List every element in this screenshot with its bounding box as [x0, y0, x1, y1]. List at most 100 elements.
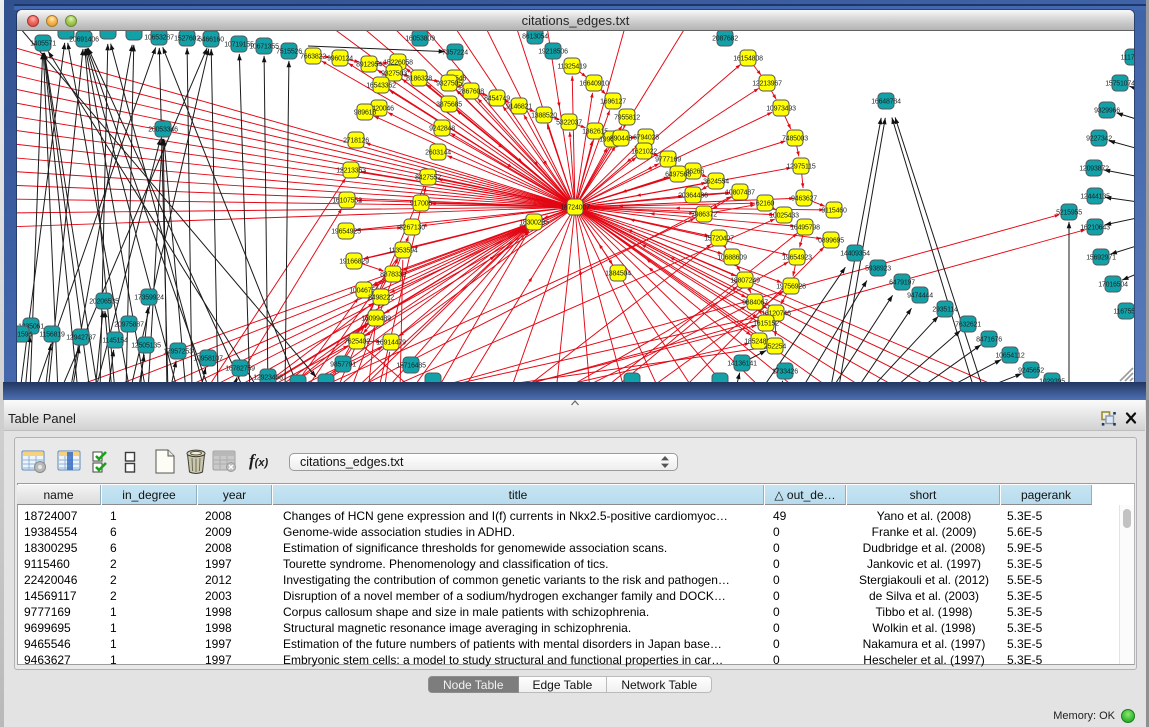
svg-text:19218506: 19218506	[538, 49, 568, 56]
svg-text:19166829: 19166829	[339, 259, 369, 266]
svg-text:917006: 917006	[410, 201, 432, 208]
svg-text:7625402: 7625402	[344, 339, 370, 346]
svg-text:9463627: 9463627	[791, 196, 817, 203]
svg-text:7986372: 7986372	[691, 212, 717, 219]
svg-text:12444135: 12444135	[1080, 194, 1110, 201]
svg-text:1156819: 1156819	[39, 332, 65, 339]
svg-text:1615152: 1615152	[753, 321, 779, 328]
svg-text:9242848: 9242848	[429, 126, 455, 133]
svg-text:15751074: 15751074	[1105, 81, 1134, 88]
svg-text:15720407: 15720407	[704, 236, 734, 243]
svg-text:9857791: 9857791	[330, 362, 356, 369]
svg-text:16914479: 16914479	[376, 340, 406, 347]
svg-text:8427552: 8427552	[415, 175, 441, 182]
svg-text:16495798: 16495798	[790, 225, 820, 232]
svg-text:1145154: 1145154	[102, 338, 128, 345]
svg-text:18300295: 18300295	[519, 220, 549, 227]
svg-text:16154808: 16154808	[733, 56, 763, 63]
svg-text:9777169: 9777169	[655, 157, 681, 164]
svg-text:1621022: 1621022	[631, 149, 657, 156]
svg-text:7357224: 7357224	[442, 50, 468, 57]
svg-text:19654925: 19654925	[331, 229, 361, 236]
svg-text:20364436: 20364436	[678, 193, 708, 200]
svg-text:8267130: 8267130	[399, 225, 425, 232]
svg-text:1384504: 1384504	[605, 271, 631, 278]
svg-text:989618: 989618	[354, 110, 376, 117]
svg-text:9227342: 9227342	[1086, 136, 1112, 143]
svg-text:15692971: 15692971	[1086, 255, 1116, 262]
svg-text:2603144: 2603144	[425, 150, 451, 157]
svg-text:10653287: 10653287	[144, 35, 174, 42]
svg-text:16210643: 16210643	[1080, 225, 1110, 232]
svg-text:7485003: 7485003	[782, 136, 808, 143]
svg-text:20691406: 20691406	[69, 37, 99, 44]
svg-text:1117404: 1117404	[1121, 55, 1134, 62]
svg-text:9884067: 9884067	[742, 300, 768, 307]
svg-text:16640910: 16640910	[579, 81, 609, 88]
svg-text:1527602: 1527602	[174, 36, 200, 43]
svg-text:2867608: 2867608	[458, 89, 484, 96]
svg-text:9146821: 9146821	[506, 104, 532, 111]
svg-text:6479197: 6479197	[889, 280, 915, 287]
svg-text:2718126: 2718126	[343, 138, 369, 145]
svg-text:10973493: 10973493	[766, 106, 796, 113]
svg-text:9327505: 9327505	[436, 81, 462, 88]
svg-text:12923468: 12923468	[253, 375, 283, 382]
svg-text:8454749: 8454749	[484, 96, 510, 103]
svg-text:10654112: 10654112	[995, 353, 1024, 360]
svg-text:16053809: 16053809	[405, 36, 435, 43]
svg-text:1405571: 1405571	[30, 41, 56, 48]
svg-text:10958107: 10958107	[193, 356, 223, 363]
svg-text:9329966: 9329966	[1094, 108, 1120, 115]
svg-text:5938923: 5938923	[865, 266, 891, 273]
svg-text:10807487: 10807487	[725, 190, 755, 197]
svg-text:1167553: 1167553	[1113, 309, 1134, 316]
svg-text:16099489: 16099489	[361, 316, 391, 323]
svg-text:12213363: 12213363	[336, 168, 366, 175]
svg-text:11325419: 11325419	[557, 64, 586, 71]
svg-text:8471676: 8471676	[976, 337, 1002, 344]
svg-text:8498222: 8498222	[368, 295, 394, 302]
svg-text:14409354: 14409354	[840, 251, 870, 258]
svg-text:9960124: 9960124	[327, 56, 353, 63]
svg-text:20206535: 20206535	[89, 299, 119, 306]
svg-text:5322037: 5322037	[556, 120, 582, 127]
svg-text:1696127: 1696127	[600, 99, 626, 106]
svg-text:16543362: 16543362	[366, 83, 396, 90]
svg-text:20053346: 20053346	[148, 127, 178, 134]
svg-text:18807249: 18807249	[730, 278, 760, 285]
svg-text:10671355: 10671355	[249, 44, 279, 51]
svg-text:10688609: 10688609	[717, 255, 747, 262]
svg-text:8878332: 8878332	[380, 272, 406, 279]
svg-text:15716485: 15716485	[396, 363, 426, 370]
svg-text:18724007: 18724007	[560, 205, 590, 212]
svg-text:17016504: 17016504	[1098, 282, 1128, 289]
svg-text:11353594: 11353594	[388, 248, 417, 255]
svg-text:14136141: 14136141	[727, 361, 757, 368]
svg-text:12093872: 12093872	[1079, 166, 1109, 173]
svg-text:0899695: 0899695	[818, 238, 844, 245]
svg-text:9474444: 9474444	[907, 293, 933, 300]
svg-text:12213967: 12213967	[752, 81, 782, 88]
svg-text:7632621: 7632621	[955, 322, 981, 329]
svg-text:2087682: 2087682	[712, 36, 738, 43]
svg-text:8912954: 8912954	[356, 62, 382, 69]
svg-text:12942737: 12942737	[66, 335, 96, 342]
svg-text:9115460: 9115460	[821, 208, 847, 215]
svg-text:7515526: 7515526	[276, 49, 302, 56]
svg-text:7955812: 7955812	[614, 115, 640, 122]
svg-text:1733426: 1733426	[772, 369, 798, 376]
svg-text:17957253: 17957253	[163, 349, 193, 356]
svg-text:890448: 890448	[610, 136, 632, 143]
svg-text:5215955: 5215955	[1056, 210, 1082, 217]
svg-text:2935114: 2935114	[932, 307, 958, 314]
svg-text:6466160: 6466160	[198, 37, 224, 44]
svg-text:12975115: 12975115	[786, 164, 815, 171]
svg-text:252254: 252254	[764, 344, 786, 351]
svg-text:9245652: 9245652	[1018, 368, 1044, 375]
svg-text:1388520: 1388520	[531, 113, 557, 120]
svg-text:12505135: 12505135	[131, 343, 161, 350]
svg-text:20975887: 20975887	[114, 322, 144, 329]
svg-text:8613054: 8613054	[522, 34, 548, 41]
svg-text:19654923: 19654923	[782, 255, 812, 262]
